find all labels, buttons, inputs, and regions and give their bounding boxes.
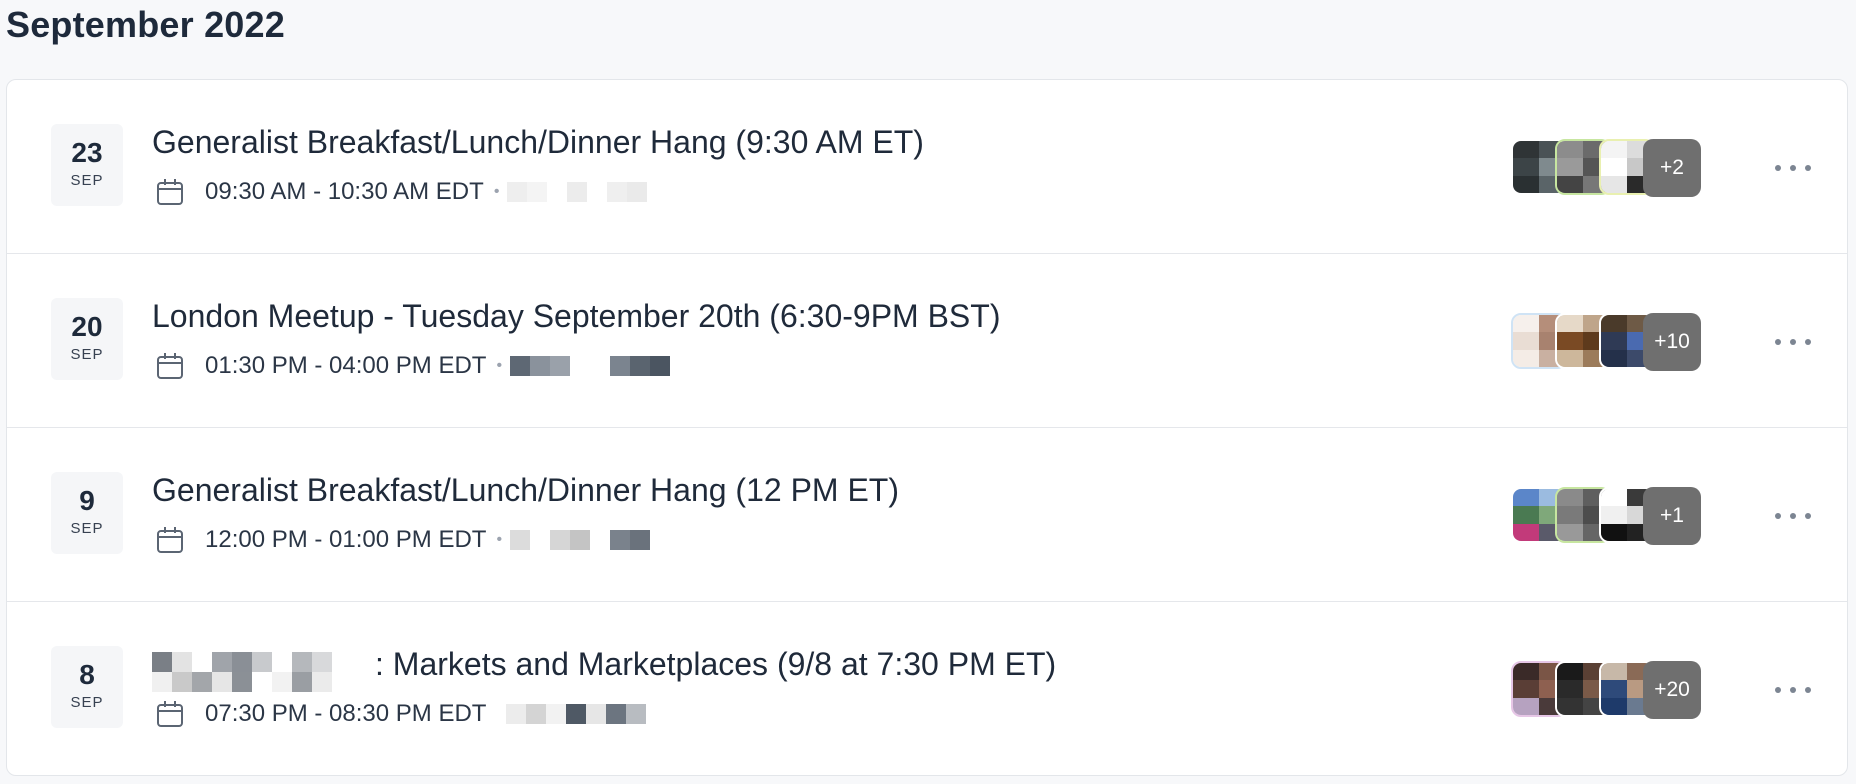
event-time: 09:30 AM - 10:30 AM EDT bbox=[205, 178, 484, 205]
date-badge: 20 SEP bbox=[51, 298, 123, 380]
event-row[interactable]: 9 SEP Generalist Breakfast/Lunch/Dinner … bbox=[7, 428, 1847, 602]
more-options-button[interactable] bbox=[1775, 328, 1811, 356]
event-row[interactable]: 8 SEP : Markets and Marketplaces (9/8 at… bbox=[7, 602, 1847, 775]
date-month: SEP bbox=[70, 346, 104, 363]
more-attendees-badge[interactable]: +20 bbox=[1643, 661, 1701, 719]
date-day: 20 bbox=[71, 311, 103, 342]
date-badge: 23 SEP bbox=[51, 124, 123, 206]
redacted-location bbox=[510, 356, 671, 376]
separator-dot: • bbox=[496, 531, 503, 548]
event-title[interactable]: : Markets and Marketplaces (9/8 at 7:30 … bbox=[375, 646, 1056, 683]
attendee-stack[interactable]: +20 bbox=[1511, 661, 1701, 719]
event-time: 12:00 PM - 01:00 PM EDT bbox=[205, 526, 487, 553]
event-row[interactable]: 20 SEP London Meetup - Tuesday September… bbox=[7, 254, 1847, 428]
calendar-icon bbox=[157, 527, 183, 553]
more-attendees-badge[interactable]: +10 bbox=[1643, 313, 1701, 371]
event-title[interactable]: Generalist Breakfast/Lunch/Dinner Hang (… bbox=[152, 472, 899, 509]
month-heading: September 2022 bbox=[6, 4, 285, 45]
more-options-button[interactable] bbox=[1775, 154, 1811, 182]
separator-dot: • bbox=[493, 183, 500, 200]
calendar-icon bbox=[157, 179, 183, 205]
more-horizontal-icon bbox=[1775, 165, 1781, 171]
date-day: 9 bbox=[79, 485, 95, 516]
more-horizontal-icon bbox=[1775, 339, 1781, 345]
redacted-location bbox=[510, 530, 651, 550]
attendee-stack[interactable]: +2 bbox=[1511, 139, 1701, 197]
redacted-location bbox=[506, 704, 647, 724]
date-month: SEP bbox=[70, 520, 104, 537]
event-meta: 12:00 PM - 01:00 PM EDT • bbox=[155, 525, 651, 555]
redacted-location bbox=[507, 182, 648, 202]
redacted-title-prefix bbox=[152, 652, 352, 692]
event-row[interactable]: 23 SEP Generalist Breakfast/Lunch/Dinner… bbox=[7, 80, 1847, 254]
event-title[interactable]: Generalist Breakfast/Lunch/Dinner Hang (… bbox=[152, 124, 924, 161]
event-time: 01:30 PM - 04:00 PM EDT bbox=[205, 352, 487, 379]
more-options-button[interactable] bbox=[1775, 676, 1811, 704]
event-title[interactable]: London Meetup - Tuesday September 20th (… bbox=[152, 298, 1000, 335]
more-horizontal-icon bbox=[1775, 513, 1781, 519]
date-day: 23 bbox=[71, 137, 103, 168]
date-month: SEP bbox=[70, 694, 104, 711]
calendar-icon bbox=[157, 701, 183, 727]
event-meta: 09:30 AM - 10:30 AM EDT • bbox=[155, 177, 648, 207]
more-options-button[interactable] bbox=[1775, 502, 1811, 530]
date-badge: 8 SEP bbox=[51, 646, 123, 728]
calendar-icon bbox=[157, 353, 183, 379]
events-page: September 2022 23 SEP Generalist Breakfa… bbox=[0, 0, 1856, 784]
more-attendees-badge[interactable]: +2 bbox=[1643, 139, 1701, 197]
attendee-stack[interactable]: +1 bbox=[1511, 487, 1701, 545]
events-list: 23 SEP Generalist Breakfast/Lunch/Dinner… bbox=[6, 79, 1848, 776]
more-attendees-badge[interactable]: +1 bbox=[1643, 487, 1701, 545]
date-month: SEP bbox=[70, 172, 104, 189]
event-time: 07:30 PM - 08:30 PM EDT bbox=[205, 700, 487, 727]
event-meta: 07:30 PM - 08:30 PM EDT bbox=[155, 699, 647, 729]
separator-dot: • bbox=[496, 357, 503, 374]
date-badge: 9 SEP bbox=[51, 472, 123, 554]
attendee-stack[interactable]: +10 bbox=[1511, 313, 1701, 371]
more-horizontal-icon bbox=[1775, 687, 1781, 693]
event-meta: 01:30 PM - 04:00 PM EDT • bbox=[155, 351, 671, 381]
date-day: 8 bbox=[79, 659, 95, 690]
